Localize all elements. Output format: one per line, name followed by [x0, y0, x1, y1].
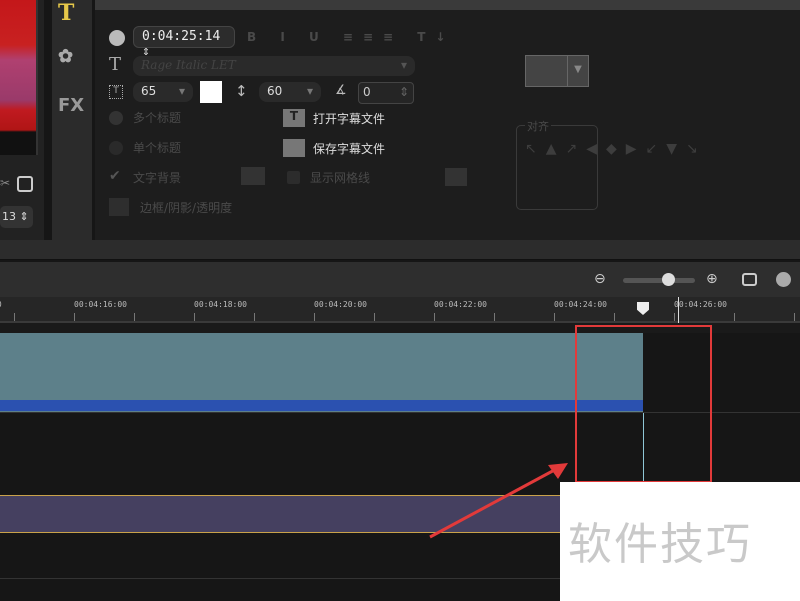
open-subtitle-icon[interactable]: T — [283, 109, 305, 127]
flower-icon[interactable]: ✿ — [58, 46, 73, 67]
multi-title-radio[interactable] — [109, 111, 123, 125]
timeline-toolbar: ⊖ ⊕ — [0, 262, 800, 297]
spin-box[interactable]: 13 ⇕ — [0, 206, 33, 228]
clip-bar — [0, 400, 643, 411]
color-swatch[interactable] — [200, 81, 222, 103]
watermark-text: 软件技巧 — [568, 519, 752, 570]
arrow-annotation — [429, 463, 568, 539]
panel-divider[interactable] — [0, 240, 800, 260]
cursor-line — [678, 297, 679, 323]
line-spacing-value: 60 — [267, 84, 283, 98]
text-bg-checkbox[interactable]: ✔ — [109, 168, 121, 184]
line-spacing-dropdown[interactable]: 60 ▾ — [259, 82, 321, 102]
zoom-in-icon[interactable]: ⊕ — [706, 271, 718, 287]
font-icon: T — [109, 54, 122, 75]
grid-settings-icon[interactable] — [445, 168, 467, 186]
single-title-label: 单个标题 — [133, 141, 182, 155]
font-size-dropdown[interactable]: 65 ▾ — [133, 82, 193, 102]
title-options-panel: 0:04:25:14 ⇕ B I U ≡≡≡ T↓ T Rage Italic … — [95, 8, 800, 240]
align-buttons[interactable]: ↖▲↗◀◆▶↙▼↘ — [525, 138, 698, 160]
zoom-slider-thumb[interactable] — [662, 273, 675, 286]
tab-title[interactable]: T — [58, 0, 74, 26]
tab-fx[interactable]: FX — [58, 95, 84, 116]
scissors-icon[interactable]: ✂ — [0, 176, 10, 190]
font-size-value: 65 — [141, 84, 157, 98]
spin-value: 13 — [2, 210, 16, 223]
style-dropdown[interactable]: ▼ — [525, 55, 589, 87]
highlight-box — [575, 325, 712, 483]
side-tabs: T ✿ FX — [52, 0, 92, 240]
font-dropdown[interactable]: Rage Italic LET ▾ — [133, 56, 415, 76]
playhead-marker[interactable] — [637, 302, 649, 315]
fit-timeline-icon[interactable] — [742, 273, 757, 286]
zoom-out-icon[interactable]: ⊖ — [594, 271, 606, 287]
timeline-ruler[interactable]: 00 00:04:16:00 00:04:18:00 00:04:20:00 0… — [0, 297, 800, 323]
save-subtitle-button[interactable]: 保存字幕文件 — [313, 140, 385, 157]
angle-value: 0 — [363, 85, 371, 99]
timecode-value: 0:04:25:14 — [142, 29, 221, 44]
clock-icon — [109, 30, 125, 46]
timecode-field[interactable]: 0:04:25:14 ⇕ — [133, 26, 235, 59]
ruler-label: 00:04:20:00 — [314, 300, 367, 309]
format-buttons[interactable]: B I U ≡≡≡ T↓ — [247, 30, 455, 44]
ruler-label: 00:04:22:00 — [434, 300, 487, 309]
text-bg-settings-icon[interactable] — [241, 167, 265, 185]
align-group: 对齐 ↖▲↗◀◆▶↙▼↘ — [516, 118, 698, 210]
border-shadow-link[interactable]: 边框/阴影/透明度 — [140, 199, 232, 216]
show-grid-label: 显示网格线 — [310, 171, 371, 185]
angle-field[interactable]: 0 ⇕ — [358, 82, 414, 104]
font-size-icon: T — [109, 85, 123, 99]
copy-icon[interactable] — [17, 176, 33, 192]
ruler-label: 00:04:24:00 — [554, 300, 607, 309]
line-spacing-icon: ↕ — [235, 82, 248, 100]
border-shadow-icon[interactable] — [109, 198, 129, 216]
ruler-label: 00:04:18:00 — [194, 300, 247, 309]
options-tabs[interactable] — [95, 0, 800, 8]
multi-title-label: 多个标题 — [133, 111, 182, 125]
save-subtitle-icon[interactable] — [283, 139, 305, 157]
zoom-slider[interactable] — [623, 278, 695, 283]
show-grid-checkbox[interactable] — [287, 171, 300, 184]
clock-icon[interactable] — [776, 272, 791, 287]
font-name: Rage Italic LET — [141, 58, 236, 72]
preview-panel: ✂ 13 ⇕ — [0, 0, 44, 240]
ruler-label: 00:04:16:00 — [74, 300, 127, 309]
preview-image — [0, 0, 38, 155]
single-title-radio[interactable] — [109, 141, 123, 155]
angle-icon: ∡ — [335, 83, 347, 98]
open-subtitle-button[interactable]: 打开字幕文件 — [313, 110, 385, 127]
ruler-label: 00:04:26:00 — [674, 300, 727, 309]
text-bg-label: 文字背景 — [133, 171, 182, 185]
align-label: 对齐 — [525, 118, 551, 134]
